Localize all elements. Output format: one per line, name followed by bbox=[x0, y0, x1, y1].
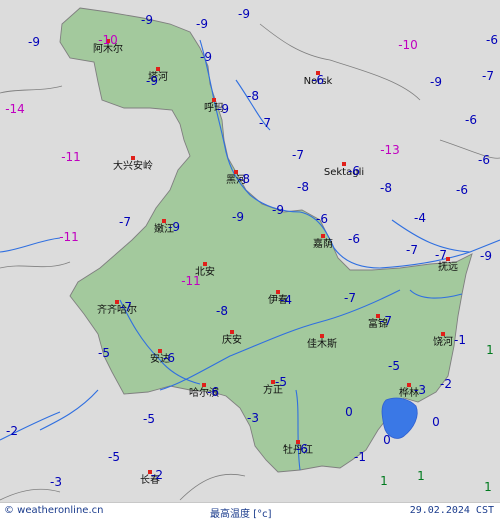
temperature-value: -8 bbox=[380, 181, 392, 195]
city-marker bbox=[342, 162, 346, 166]
temperature-value: 1 bbox=[486, 343, 494, 357]
temperature-value: -2 bbox=[6, 424, 18, 438]
temperature-value: -6 bbox=[316, 212, 328, 226]
temperature-value: -11 bbox=[181, 274, 201, 288]
city-label: 大兴安岭 bbox=[113, 159, 153, 172]
temperature-value: -7 bbox=[120, 300, 132, 314]
temperature-value: -6 bbox=[348, 164, 360, 178]
city-marker bbox=[407, 383, 411, 387]
temperature-value: 0 bbox=[383, 433, 391, 447]
temperature-value: -7 bbox=[119, 215, 131, 229]
temperature-value: -6 bbox=[486, 33, 498, 47]
temperature-value: -9 bbox=[238, 7, 250, 21]
temperature-value: -7 bbox=[406, 243, 418, 257]
temperature-value: -3 bbox=[50, 475, 62, 489]
city-marker bbox=[156, 67, 160, 71]
temperature-value: -11 bbox=[61, 150, 81, 164]
temperature-value: -6 bbox=[296, 442, 308, 456]
temperature-value: -6 bbox=[456, 183, 468, 197]
weather-map: 阿木尔塔河呼玛大兴安岭黑河嫩江北安嘉荫齐齐哈尔伊春庆安 佳木斯富锦抚远安达哈尔滨方… bbox=[0, 0, 500, 520]
city-marker bbox=[320, 334, 324, 338]
temperature-value: -1 bbox=[354, 450, 366, 464]
temperature-value: -6 bbox=[163, 351, 175, 365]
temperature-value: -14 bbox=[5, 102, 25, 116]
temperature-value: -2 bbox=[440, 377, 452, 391]
city-marker bbox=[230, 330, 234, 334]
temperature-value: -8 bbox=[247, 89, 259, 103]
city-marker bbox=[115, 300, 119, 304]
temperature-value: -3 bbox=[247, 411, 259, 425]
temperature-value: 1 bbox=[380, 474, 388, 488]
city-marker bbox=[321, 234, 325, 238]
temperature-value: -7 bbox=[380, 314, 392, 328]
temperature-value: -9 bbox=[196, 17, 208, 31]
temperature-value: -5 bbox=[275, 375, 287, 389]
timestamp: 29.02.2024 CST bbox=[409, 505, 494, 516]
city-marker bbox=[162, 219, 166, 223]
temperature-value: -9 bbox=[217, 102, 229, 116]
temperature-value: -9 bbox=[430, 75, 442, 89]
temperature-value: -8 bbox=[297, 180, 309, 194]
city-label: 抚远 bbox=[438, 261, 458, 273]
city-marker bbox=[158, 349, 162, 353]
temperature-value: -9 bbox=[28, 35, 40, 49]
temperature-value: -4 bbox=[280, 293, 292, 307]
credit-link[interactable]: © weatheronline.cn bbox=[4, 505, 103, 516]
temperature-value: -7 bbox=[292, 148, 304, 162]
temperature-value: -7 bbox=[482, 69, 494, 83]
temperature-value: 0 bbox=[345, 405, 353, 419]
temperature-value: -9 bbox=[272, 203, 284, 217]
temperature-value: -1 bbox=[454, 333, 466, 347]
temperature-value: -7 bbox=[344, 291, 356, 305]
temperature-value: -11 bbox=[59, 230, 79, 244]
temperature-value: 1 bbox=[417, 469, 425, 483]
temperature-value: -8 bbox=[216, 304, 228, 318]
temperature-value: -6 bbox=[478, 153, 490, 167]
temperature-value: -5 bbox=[98, 346, 110, 360]
city-label: 嘉荫 bbox=[313, 237, 333, 250]
temperature-value: -4 bbox=[414, 211, 426, 225]
temperature-value: -13 bbox=[380, 143, 400, 157]
temperature-value: -8 bbox=[238, 172, 250, 186]
city-marker bbox=[131, 156, 135, 160]
city-label: 庆安 bbox=[222, 333, 242, 346]
city-label: 饶河 bbox=[433, 335, 453, 348]
temperature-value: 1 bbox=[484, 480, 492, 494]
temperature-value: -10 bbox=[98, 33, 118, 47]
temperature-value: 0 bbox=[432, 415, 440, 429]
temperature-value: -6 bbox=[348, 232, 360, 246]
temperature-value: -9 bbox=[146, 74, 158, 88]
temperature-value: -5 bbox=[143, 412, 155, 426]
temperature-value: -10 bbox=[398, 38, 418, 52]
temperature-value: -6 bbox=[207, 385, 219, 399]
temperature-value: -9 bbox=[232, 210, 244, 224]
temperature-value: -5 bbox=[388, 359, 400, 373]
city-marker bbox=[212, 98, 216, 102]
footer-bar: © weatheronline.cn 最高温度 [°c] 29.02.2024 … bbox=[0, 502, 500, 520]
temperature-value: -7 bbox=[259, 116, 271, 130]
temperature-value: -9 bbox=[168, 220, 180, 234]
temperature-value: -9 bbox=[480, 249, 492, 263]
temperature-value: -2 bbox=[151, 468, 163, 482]
temperature-value: -9 bbox=[200, 50, 212, 64]
legend-label: 最高温度 [°c] bbox=[210, 509, 272, 520]
city-label: 佳木斯 bbox=[307, 337, 337, 350]
temperature-value: -5 bbox=[108, 450, 120, 464]
temperature-value: -9 bbox=[141, 13, 153, 27]
city-marker bbox=[441, 332, 445, 336]
temperature-value: -6 bbox=[465, 113, 477, 127]
temperature-value: -7 bbox=[435, 248, 447, 262]
city-marker bbox=[203, 262, 207, 266]
city-marker bbox=[202, 383, 206, 387]
temperature-value: -6 bbox=[312, 73, 324, 87]
temperature-value: -3 bbox=[414, 383, 426, 397]
